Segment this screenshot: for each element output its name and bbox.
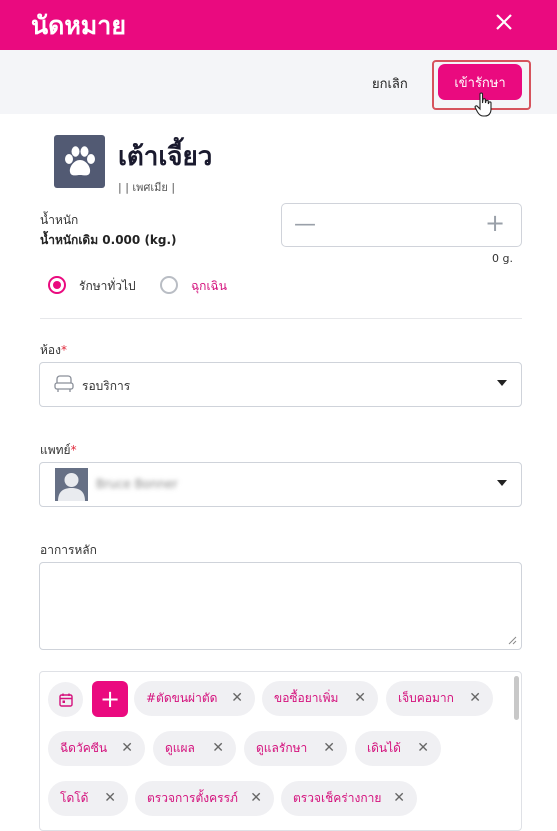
tag-chip[interactable]: ขอซื้อยาเพิ่ม ✕ xyxy=(262,681,378,716)
tag-label: ฉีดวัคซีน xyxy=(60,741,108,755)
tag-label: ดูแลรักษา xyxy=(256,741,308,755)
divider xyxy=(40,318,522,319)
chevron-down-icon xyxy=(497,480,507,486)
weight-original: น้ำหนักเดิม 0.000 (kg.) xyxy=(40,233,177,247)
add-tag-button[interactable]: + xyxy=(92,681,128,717)
weight-stepper[interactable]: — + xyxy=(281,203,522,247)
tag-chip[interactable]: ฉีดวัคซีน ✕ xyxy=(48,731,145,766)
avatar xyxy=(55,468,88,501)
symptom-textarea[interactable] xyxy=(39,562,522,650)
radio-emergency-label: ฉุกเฉิน xyxy=(191,279,227,293)
cancel-button[interactable]: ยกเลิก xyxy=(372,73,408,94)
doctor-value: Bruce Bonner xyxy=(96,477,178,491)
tag-label: #ตัดขนผ่าตัด xyxy=(146,691,218,705)
close-icon[interactable]: ✕ xyxy=(354,690,366,706)
radio-emergency[interactable] xyxy=(160,276,178,294)
minus-icon[interactable]: — xyxy=(294,212,316,237)
tag-chip[interactable]: #ตัดขนผ่าตัด ✕ xyxy=(134,681,255,716)
symptom-label: อาการหลัก xyxy=(40,543,97,557)
tag-chip[interactable]: ดูแลรักษา ✕ xyxy=(244,731,347,766)
sofa-icon xyxy=(54,375,74,392)
tag-label: เดินได้ xyxy=(367,741,401,755)
tag-chip[interactable]: ตรวจเช็คร่างกาย ✕ xyxy=(281,781,417,816)
radio-general-label: รักษาทั่วไป xyxy=(79,279,136,293)
tag-chip[interactable]: ตรวจการตั้งครรภ์ ✕ xyxy=(135,781,274,816)
tag-chip[interactable]: โดโด้ ✕ xyxy=(48,781,128,816)
close-icon[interactable]: ✕ xyxy=(323,740,335,756)
room-value: รอบริการ xyxy=(82,379,131,393)
close-icon[interactable]: ✕ xyxy=(212,740,224,756)
close-icon[interactable]: ✕ xyxy=(121,740,133,756)
tag-chip[interactable]: เจ็บคอมาก ✕ xyxy=(386,681,493,716)
doctor-select[interactable]: Bruce Bonner xyxy=(39,462,522,507)
tag-label: ตรวจการตั้งครรภ์ xyxy=(147,791,238,805)
room-label: ห้อง* xyxy=(40,341,67,360)
calendar-button[interactable] xyxy=(48,682,83,717)
doctor-label-text: แพทย์ xyxy=(40,443,71,457)
close-icon[interactable]: ✕ xyxy=(417,740,429,756)
pet-name: เต้าเจี้ยว xyxy=(118,142,213,172)
tag-chip[interactable]: เดินได้ ✕ xyxy=(355,731,441,766)
close-icon[interactable]: ✕ xyxy=(104,790,116,806)
radio-general[interactable] xyxy=(48,276,66,294)
close-icon[interactable]: ✕ xyxy=(469,690,481,706)
required-mark: * xyxy=(70,443,77,457)
scrollbar[interactable] xyxy=(514,676,519,720)
tag-label: ดูแผล xyxy=(165,741,195,755)
required-mark: * xyxy=(60,343,67,357)
pet-avatar xyxy=(54,135,105,188)
close-icon[interactable] xyxy=(493,11,515,33)
plus-icon[interactable]: + xyxy=(485,209,505,237)
weight-unit: 0 g. xyxy=(492,252,513,265)
tag-label: โดโด้ xyxy=(60,791,89,805)
close-icon[interactable]: ✕ xyxy=(250,790,262,806)
calendar-icon xyxy=(58,693,73,707)
pet-subtitle: | | เพศเมีย | xyxy=(118,181,176,194)
tag-chip[interactable]: ดูแผล ✕ xyxy=(153,731,236,766)
tag-label: เจ็บคอมาก xyxy=(398,691,454,705)
tag-label: ขอซื้อยาเพิ่ม xyxy=(274,691,339,705)
room-label-text: ห้อง xyxy=(40,343,61,357)
close-icon[interactable]: ✕ xyxy=(393,790,405,806)
modal-header: นัดหมาย xyxy=(0,0,557,50)
user-silhouette-icon xyxy=(58,473,85,501)
close-icon[interactable]: ✕ xyxy=(231,690,243,706)
room-select[interactable]: รอบริการ xyxy=(39,362,522,407)
weight-label: น้ำหนัก xyxy=(40,213,79,227)
chevron-down-icon xyxy=(497,380,507,386)
resize-grip-icon[interactable] xyxy=(508,636,517,645)
modal-title: นัดหมาย xyxy=(31,11,126,40)
hand-cursor-icon xyxy=(474,92,492,117)
tags-panel: + #ตัดขนผ่าตัด ✕ ขอซื้อยาเพิ่ม ✕ เจ็บคอมาก… xyxy=(39,671,522,831)
paw-icon xyxy=(64,145,95,175)
tag-label: ตรวจเช็คร่างกาย xyxy=(293,791,382,805)
doctor-label: แพทย์* xyxy=(40,441,77,460)
